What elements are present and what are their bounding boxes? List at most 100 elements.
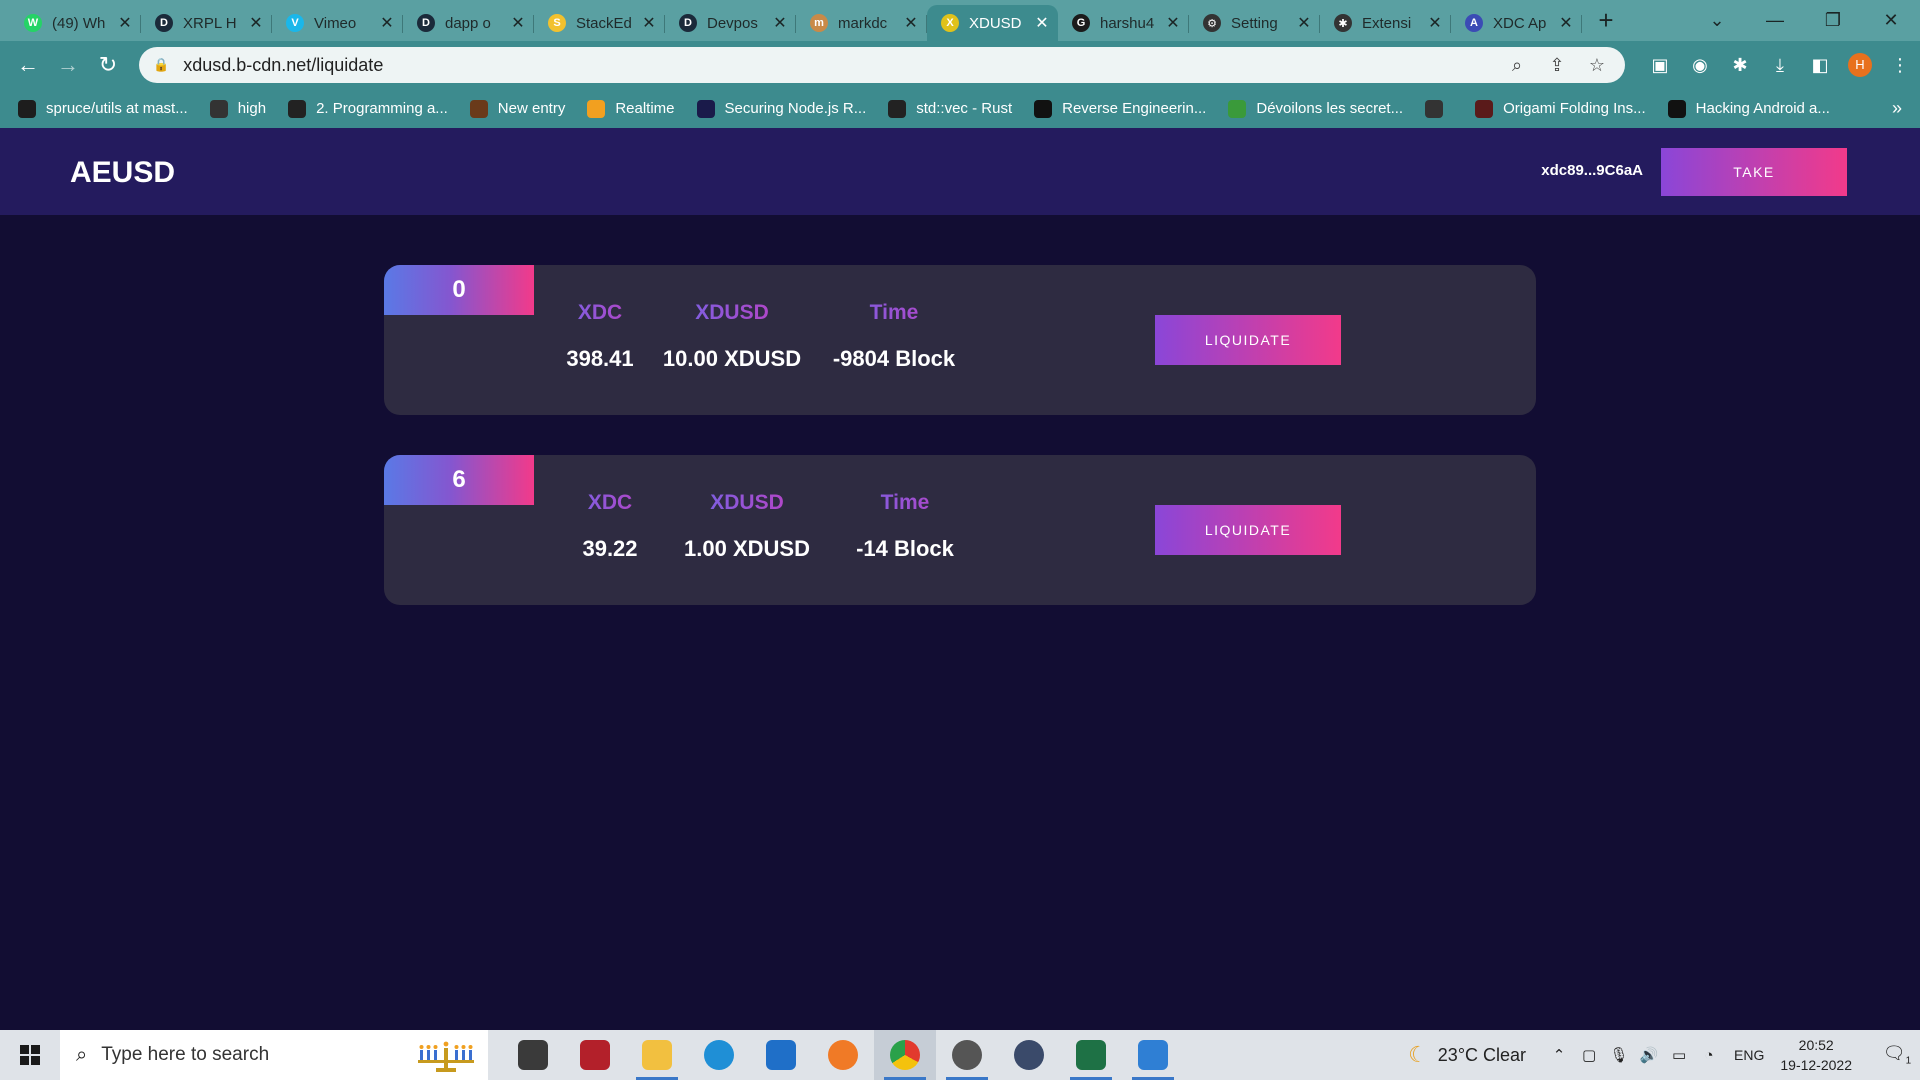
volume-icon[interactable]: 🔊 [1634,1046,1664,1064]
restore-icon[interactable]: ❐ [1804,10,1862,31]
tab-favicon-icon: V [286,14,304,32]
bookmark-item[interactable]: Securing Node.js R... [696,99,866,118]
file-explorer-icon[interactable] [626,1030,688,1080]
extension-icon[interactable]: ▣ [1640,55,1680,76]
minimize-icon[interactable]: — [1746,10,1804,31]
tab-close-icon[interactable]: ✕ [903,13,919,33]
clock[interactable]: 20:52 19-12-2022 [1780,1035,1852,1075]
url-text[interactable]: xdusd.b-cdn.net/liquidate [183,55,383,76]
start-button[interactable] [0,1030,60,1080]
bookmark-item[interactable]: Reverse Engineerin... [1034,99,1206,118]
edge-browser-icon[interactable] [688,1030,750,1080]
profile-avatar[interactable]: H [1848,53,1872,77]
bookmark-item[interactable]: std::vec - Rust [888,99,1012,118]
browser-tab[interactable]: ✱ Extensi ✕ [1320,5,1451,41]
chevron-up-icon[interactable]: ⌃ [1544,1046,1574,1064]
browser-tab[interactable]: D Devpos ✕ [665,5,796,41]
tab-close-icon[interactable]: ✕ [772,13,788,33]
download-icon[interactable]: ⤓ [1760,55,1800,76]
tab-favicon-icon: X [941,14,959,32]
xdc-extension-icon[interactable]: ◉ [1680,55,1720,76]
forward-icon[interactable]: → [48,52,88,78]
bookmark-item[interactable]: 2. Programming a... [288,99,448,118]
browser-tab[interactable]: X XDUSD ✕ [927,5,1058,41]
puzzle-icon[interactable]: ✱ [1720,55,1760,76]
close-window-icon[interactable]: ✕ [1862,10,1920,31]
bookmark-item[interactable]: high [209,99,266,118]
tab-close-icon[interactable]: ✕ [1165,13,1181,33]
browser-tab[interactable]: S StackEd ✕ [534,5,665,41]
address-bar[interactable]: 🔒 xdusd.b-cdn.net/liquidate ⌕ ⇪ ☆ [139,47,1625,83]
tab-close-icon[interactable]: ✕ [510,13,526,33]
sidepanel-icon[interactable]: ◧ [1800,55,1840,76]
browser-tab[interactable]: ⚙ Setting ✕ [1189,5,1320,41]
wallet-address: xdc89...9C6aA [1541,162,1643,179]
xdusd-value: 1.00 XDUSD [684,536,810,561]
meet-icon[interactable]: ▢ [1574,1046,1604,1064]
mail-app-icon[interactable] [750,1030,812,1080]
bookmark-star-icon[interactable]: ☆ [1577,55,1617,76]
browser-tab[interactable]: W (49) Wh ✕ [10,5,141,41]
time-value: -9804 Block [832,346,956,371]
wifi-icon[interactable]: ◔ [1694,1047,1724,1064]
language-indicator[interactable]: ENG [1734,1047,1764,1063]
taskbar: ⌕ Type here to search ☾ 23°C Clear ⌃ ▢ 🎙… [0,1030,1920,1080]
bookmark-item[interactable]: spruce/utils at mast... [18,99,188,118]
tab-close-icon[interactable]: ✕ [117,13,133,33]
tab-favicon-icon: A [1465,14,1483,32]
liquidate-button[interactable]: LIQUIDATE [1155,315,1341,365]
bookmark-item[interactable]: New entry [469,99,566,118]
settings-app-icon[interactable] [936,1030,998,1080]
bookmark-item[interactable]: Origami Folding Ins... [1475,99,1646,118]
menu-icon[interactable]: ⋮ [1880,55,1920,76]
tab-favicon-icon: S [548,14,566,32]
bookmark-label: New entry [497,100,566,117]
tab-close-icon[interactable]: ✕ [248,13,264,33]
taskbar-search[interactable]: ⌕ Type here to search [60,1030,488,1080]
browser-tab[interactable]: V Vimeo ✕ [272,5,403,41]
reload-icon[interactable]: ↻ [88,52,128,78]
share-icon[interactable]: ⇪ [1537,55,1577,76]
firefox-icon[interactable] [812,1030,874,1080]
liquidate-button[interactable]: LIQUIDATE [1155,505,1341,555]
bookmark-item[interactable]: Realtime [587,99,675,118]
lock-icon[interactable]: 🔒 [153,57,169,73]
browser-tab[interactable]: A XDC Ap ✕ [1451,5,1582,41]
bookmark-favicon-icon [1425,99,1444,118]
tab-close-icon[interactable]: ✕ [1427,13,1443,33]
excel-icon[interactable] [1060,1030,1122,1080]
bookmark-item[interactable] [1425,99,1453,118]
bookmark-item[interactable]: Dévoilons les secret... [1228,99,1403,118]
chrome-icon[interactable] [874,1030,936,1080]
position-index: 6 [384,455,534,505]
bookmark-item[interactable]: Hacking Android a... [1667,99,1830,118]
take-button[interactable]: TAKE [1661,148,1847,196]
photos-app-icon[interactable] [1122,1030,1184,1080]
tab-title: Vimeo [314,14,357,32]
tab-favicon-icon: D [679,14,697,32]
browser-toolbar: ← → ↻ 🔒 xdusd.b-cdn.net/liquidate ⌕ ⇪ ☆ … [0,41,1920,89]
tab-close-icon[interactable]: ✕ [379,13,395,33]
browser-tab[interactable]: Gharshu4 ✕ [1058,5,1189,41]
notification-icon[interactable]: 🗨1 [1874,1043,1920,1067]
browser-tab[interactable]: m markdc ✕ [796,5,927,41]
new-tab-button[interactable]: + [1588,3,1624,39]
back-icon[interactable]: ← [8,52,48,78]
browser-tab[interactable]: Ddapp o ✕ [403,5,534,41]
tab-close-icon[interactable]: ✕ [641,13,657,33]
bookmarks-overflow-icon[interactable]: » [1892,98,1902,119]
tab-search-icon[interactable]: ⌄ [1688,10,1746,31]
browser-tab[interactable]: D XRPL H ✕ [141,5,272,41]
tab-close-icon[interactable]: ✕ [1558,13,1574,33]
store-app-icon[interactable] [502,1030,564,1080]
tab-close-icon[interactable]: ✕ [1296,13,1312,33]
microphone-icon[interactable]: 🎙 [1604,1046,1634,1064]
bookmark-favicon-icon [288,99,307,118]
zoom-icon[interactable]: ⌕ [1497,55,1537,76]
battery-icon[interactable]: ▭ [1664,1046,1694,1064]
tab-favicon-icon: D [417,14,435,32]
vpn-app-icon[interactable] [998,1030,1060,1080]
game-app-icon[interactable] [564,1030,626,1080]
weather-widget[interactable]: ☾ 23°C Clear [1408,1042,1526,1068]
tab-close-icon[interactable]: ✕ [1034,13,1050,33]
